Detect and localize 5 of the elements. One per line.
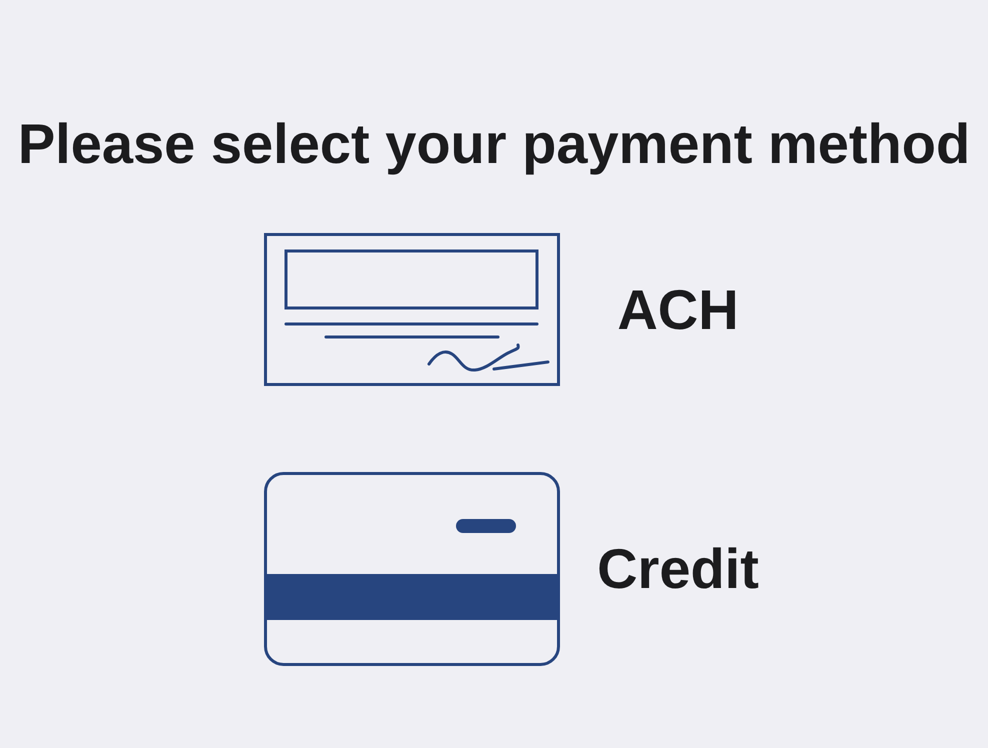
credit-card-icon <box>264 472 560 666</box>
cheque-icon <box>264 233 560 386</box>
payment-method-option[interactable]: ACH <box>264 233 796 386</box>
payment-method-option[interactable]: Credit <box>264 472 796 666</box>
page-title: Please select your payment method <box>18 112 970 176</box>
